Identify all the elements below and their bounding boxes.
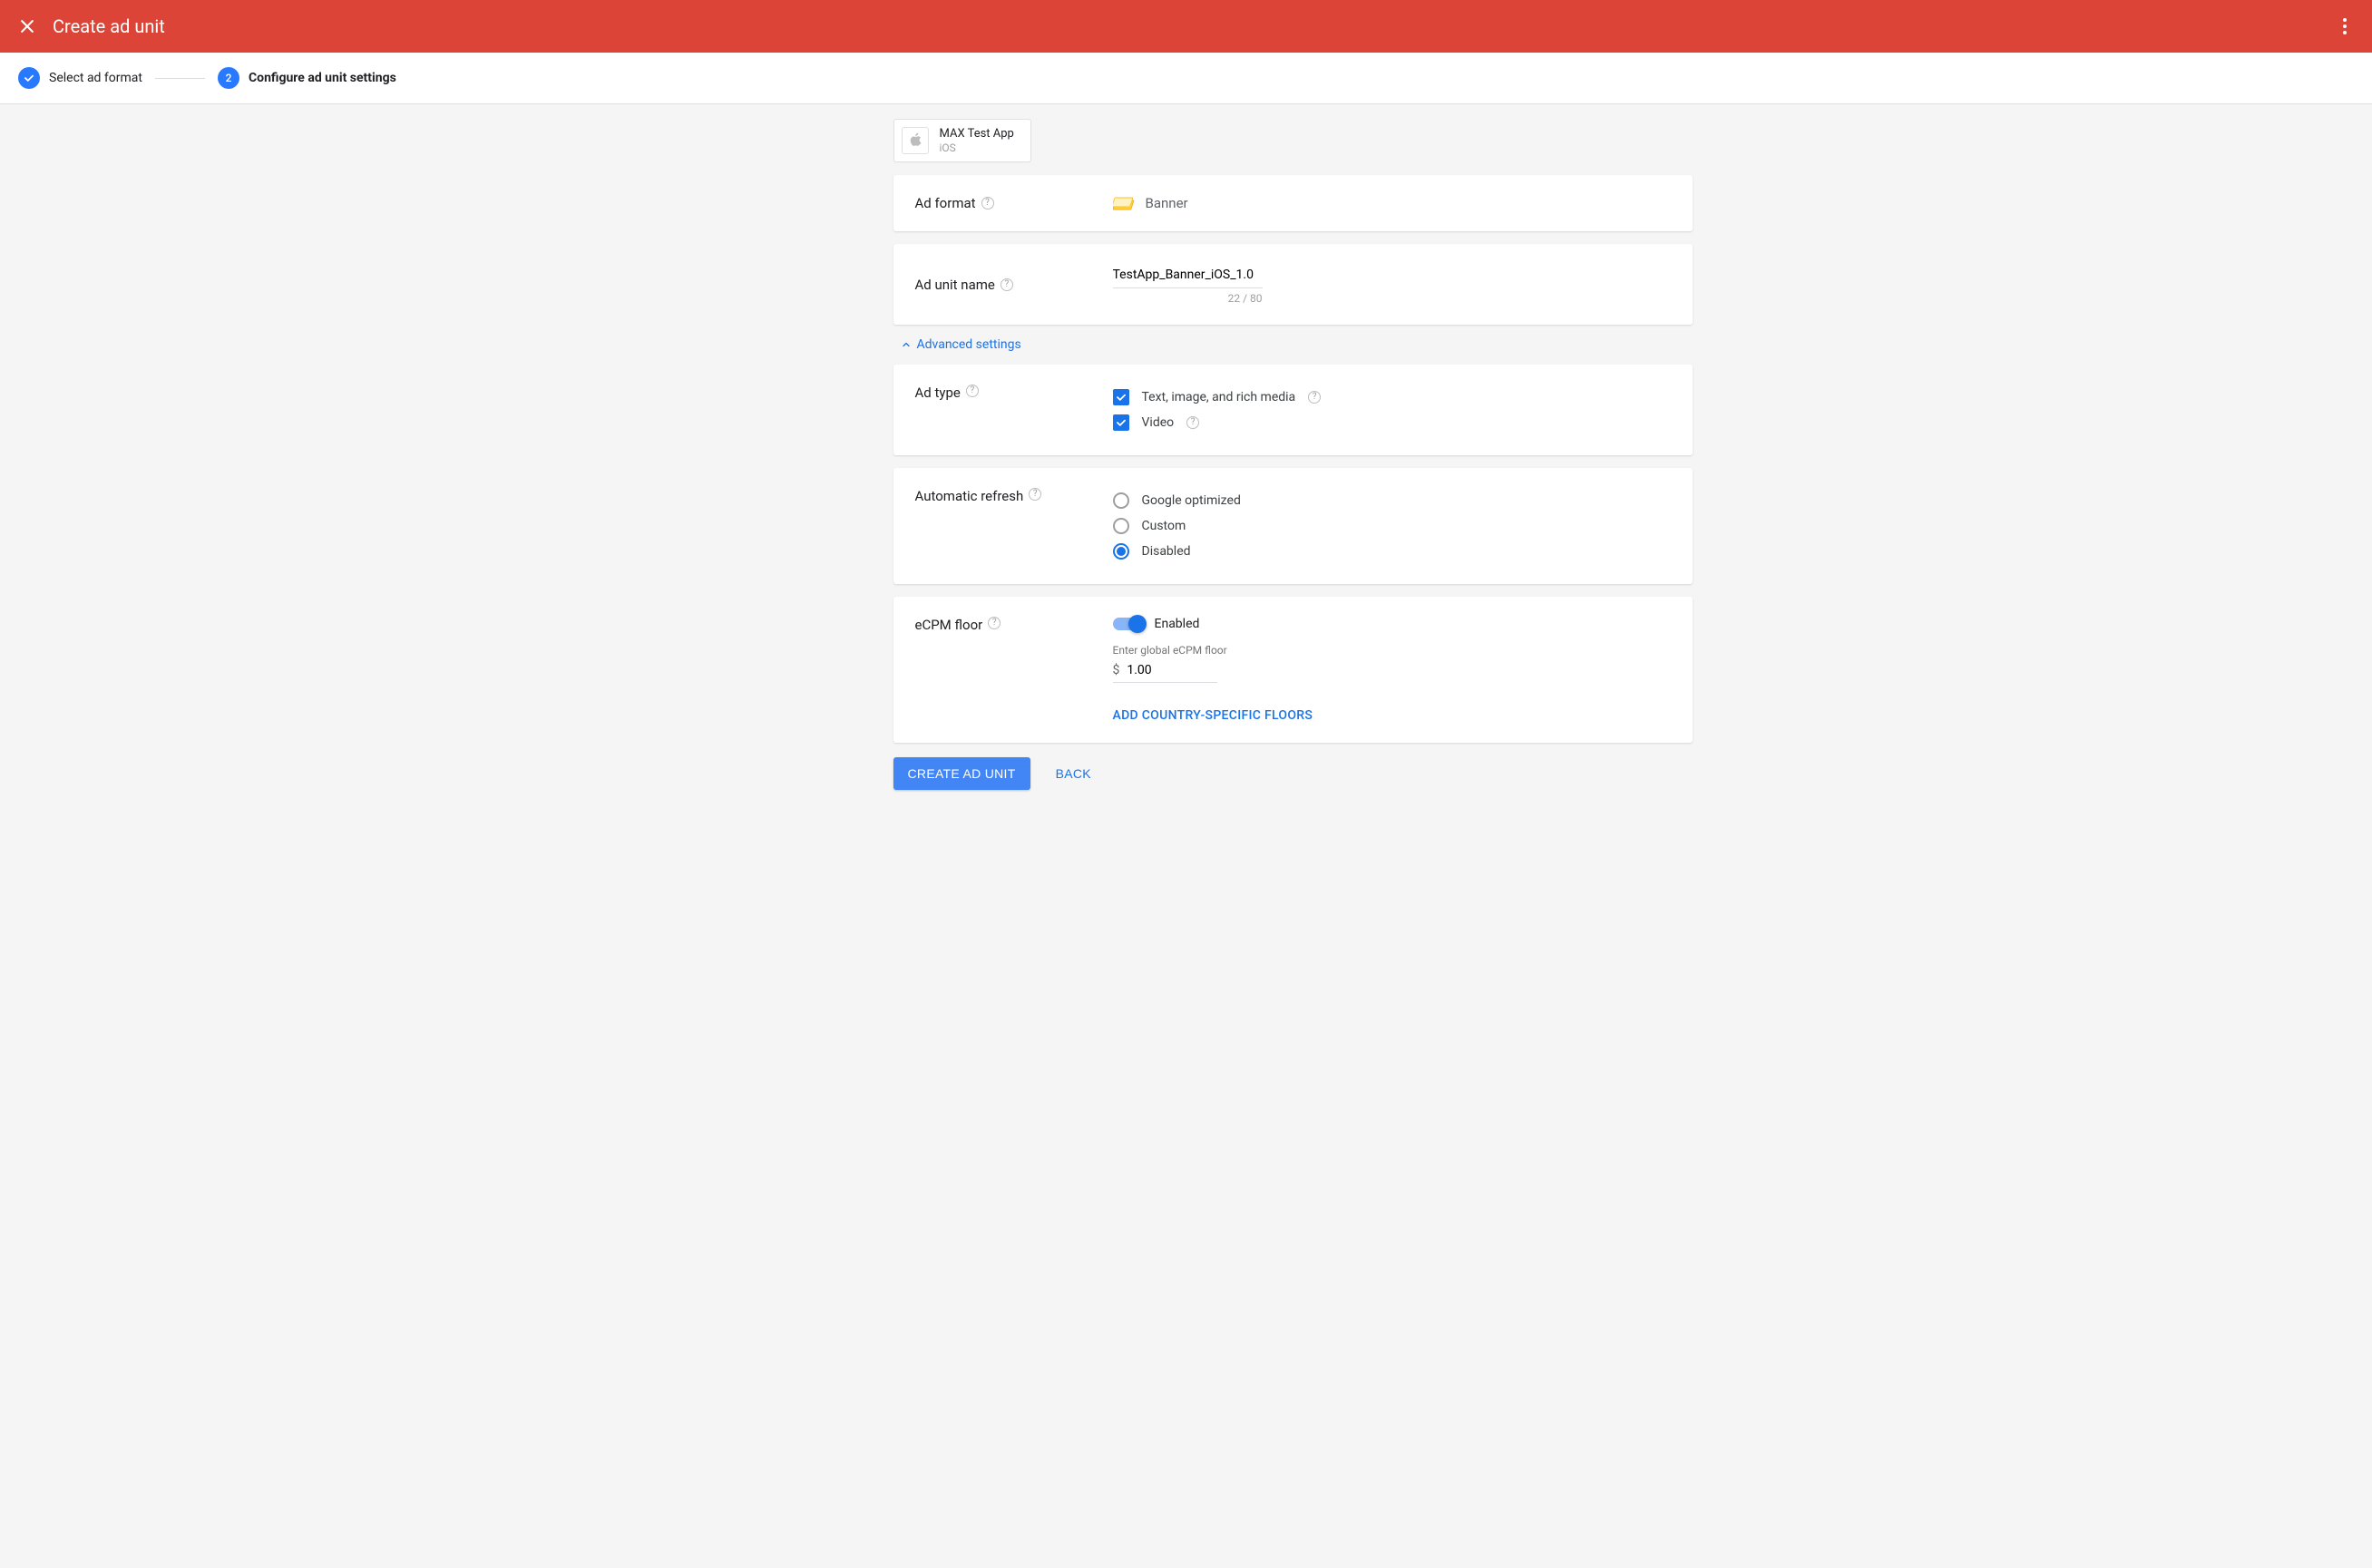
create-ad-unit-button[interactable]: CREATE AD UNIT [893,757,1030,790]
radio-custom[interactable] [1113,518,1129,534]
card-ecpm-floor: eCPM floor Enabled Enter global eCPM flo… [893,597,1693,743]
radio-disabled[interactable] [1113,543,1129,560]
help-icon[interactable] [1308,391,1321,404]
help-icon[interactable] [981,197,994,209]
app-name: MAX Test App [940,127,1014,141]
advanced-settings-label: Advanced settings [917,337,1021,352]
advanced-settings-toggle[interactable]: Advanced settings [901,337,1693,352]
auto-refresh-option-1: Google optimized [1142,493,1241,508]
chevron-up-icon [901,339,912,350]
ad-type-option-2: Video [1142,415,1175,430]
card-ad-unit-name: Ad unit name 22 / 80 [893,244,1693,325]
ecpm-switch-label: Enabled [1155,617,1200,631]
step-label: Configure ad unit settings [249,71,396,85]
help-icon[interactable] [1029,488,1041,501]
ecpm-value-input[interactable] [1125,662,1197,678]
ad-unit-name-input[interactable] [1113,264,1263,288]
check-icon [23,72,35,84]
banner-icon [1113,195,1135,211]
back-button[interactable]: BACK [1050,765,1097,782]
ecpm-hint: Enter global eCPM floor [1113,644,1313,657]
app-platform: iOS [940,141,1014,154]
card-ad-format: Ad format Banner [893,175,1693,231]
ad-type-option-1: Text, image, and rich media [1142,390,1296,404]
action-row: CREATE AD UNIT BACK [893,757,1693,790]
card-automatic-refresh: Automatic refresh Google optimized Custo… [893,468,1693,584]
step-configure-settings: 2 Configure ad unit settings [218,67,396,89]
help-icon[interactable] [988,617,1001,629]
stepper: Select ad format 2 Configure ad unit set… [0,53,2372,104]
step-label: Select ad format [49,71,142,85]
radio-google-optimized[interactable] [1113,492,1129,509]
app-chip[interactable]: MAX Test App iOS [893,119,1031,162]
overflow-menu-icon[interactable] [2336,11,2354,42]
ad-format-label: Ad format [915,195,976,211]
help-icon[interactable] [1001,278,1013,291]
ecpm-switch[interactable] [1113,618,1144,630]
top-bar: Create ad unit [0,0,2372,53]
checkbox-video[interactable] [1113,414,1129,431]
step-select-ad-format[interactable]: Select ad format [18,67,142,89]
ecpm-floor-label: eCPM floor [915,617,983,633]
page-title: Create ad unit [53,15,165,37]
ad-type-label: Ad type [915,385,961,401]
char-counter: 22 / 80 [1113,292,1263,305]
ad-format-value: Banner [1146,195,1188,211]
apple-icon [902,127,929,154]
stepper-divider [155,78,205,79]
checkbox-text-image-rich-media[interactable] [1113,389,1129,405]
close-icon[interactable] [18,17,36,35]
automatic-refresh-label: Automatic refresh [915,488,1024,504]
help-icon[interactable] [966,385,979,397]
step-number: 2 [218,67,239,89]
help-icon[interactable] [1186,416,1199,429]
auto-refresh-option-3: Disabled [1142,544,1191,559]
currency-prefix: $ [1113,663,1120,677]
ad-unit-name-label: Ad unit name [915,277,995,293]
auto-refresh-option-2: Custom [1142,519,1186,533]
card-ad-type: Ad type Text, image, and rich media [893,365,1693,455]
add-country-floors-button[interactable]: ADD COUNTRY-SPECIFIC FLOORS [1113,708,1313,723]
